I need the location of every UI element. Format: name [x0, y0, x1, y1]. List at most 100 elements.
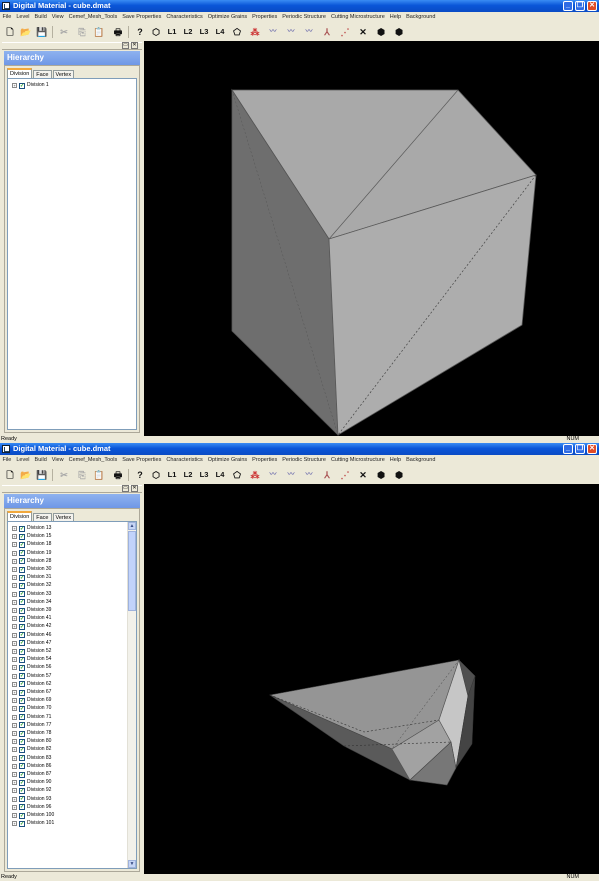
menu-help[interactable]: Help	[387, 455, 403, 463]
menu-background[interactable]: Background	[404, 455, 438, 463]
copy-icon[interactable]: ⎘	[76, 468, 88, 482]
checkbox-icon[interactable]: ✓	[19, 541, 25, 548]
vertex-icon[interactable]: ⋰	[339, 25, 351, 39]
paste-icon[interactable]: 📋	[93, 468, 105, 482]
measure-2-icon[interactable]: 〰	[285, 25, 297, 39]
expand-icon[interactable]: +	[12, 690, 17, 695]
level-4-icon[interactable]: L4	[214, 468, 226, 482]
expand-icon[interactable]: +	[12, 813, 17, 818]
pane-grip[interactable]	[2, 42, 142, 50]
level-1-icon[interactable]: L1	[166, 468, 178, 482]
menu-properties[interactable]: Properties	[250, 455, 280, 463]
expand-icon[interactable]: +	[12, 534, 17, 540]
level-3-icon[interactable]: L3	[198, 468, 210, 482]
vertex-icon[interactable]: ⋰	[339, 468, 351, 482]
expand-icon[interactable]: +	[12, 747, 17, 753]
axis-icon[interactable]: ⅄	[321, 468, 333, 482]
expand-icon[interactable]: +	[12, 698, 17, 704]
help-icon[interactable]: ?	[134, 25, 146, 39]
level-4-icon[interactable]: L4	[214, 25, 226, 39]
checkbox-icon[interactable]: ✓	[19, 632, 25, 639]
checkbox-icon[interactable]: ✓	[19, 550, 25, 557]
checkbox-icon[interactable]: ✓	[19, 566, 25, 573]
expand-icon[interactable]: +	[12, 526, 17, 531]
scroll-up-icon[interactable]: ▲	[128, 522, 136, 530]
level-icon[interactable]: ⬡	[150, 468, 162, 482]
menu-cutting-microstructure[interactable]: Cutting Microstructure	[328, 12, 387, 20]
checkbox-icon[interactable]: ✓	[19, 591, 25, 598]
title-bar[interactable]: Digital Material - cube.dmat _ ❐ ✕	[0, 0, 599, 12]
checkbox-icon[interactable]: ✓	[19, 697, 25, 704]
grain-alt-icon[interactable]: ⬢	[393, 468, 405, 482]
checkbox-icon[interactable]: ✓	[19, 533, 25, 540]
grain-alt-icon[interactable]: ⬢	[393, 25, 405, 39]
checkbox-icon[interactable]: ✓	[19, 755, 25, 762]
3d-viewport[interactable]	[144, 484, 599, 874]
expand-icon[interactable]: +	[12, 616, 17, 622]
color-dots-icon[interactable]: ⁂	[249, 468, 261, 482]
checkbox-icon[interactable]: ✓	[19, 615, 25, 622]
expand-icon[interactable]: +	[12, 788, 17, 794]
close-button[interactable]: ✕	[587, 444, 597, 454]
menu-build[interactable]: Build	[32, 12, 49, 20]
expand-icon[interactable]: +	[12, 673, 17, 679]
expand-icon[interactable]: +	[12, 772, 17, 777]
checkbox-icon[interactable]: ✓	[19, 574, 25, 581]
menu-properties[interactable]: Properties	[250, 12, 280, 20]
checkbox-icon[interactable]: ✓	[19, 664, 25, 671]
checkbox-icon[interactable]: ✓	[19, 763, 25, 770]
pane-grip[interactable]	[2, 485, 142, 493]
open-folder-icon[interactable]: 📂	[20, 25, 32, 39]
expand-icon[interactable]: +	[12, 714, 17, 720]
level-1-icon[interactable]: L1	[166, 25, 178, 39]
shape-icon[interactable]: ⬠	[231, 25, 243, 39]
checkbox-icon[interactable]: ✓	[19, 804, 25, 811]
checkbox-icon[interactable]: ✓	[19, 582, 25, 589]
expand-icon[interactable]: +	[12, 575, 17, 581]
menu-optimize-grains[interactable]: Optimize Grains	[205, 12, 249, 20]
expand-icon[interactable]: +	[12, 665, 17, 671]
print-icon[interactable]: 🖶	[112, 25, 124, 39]
checkbox-icon[interactable]: ✓	[19, 525, 25, 532]
cut-icon[interactable]: ✂	[58, 25, 70, 39]
menu-level[interactable]: Level	[14, 455, 32, 463]
menu-background[interactable]: Background	[404, 12, 438, 20]
menu-characteristics[interactable]: Characteristics	[164, 455, 205, 463]
scroll-down-icon[interactable]: ▼	[128, 860, 136, 868]
close-button[interactable]: ✕	[587, 1, 597, 11]
checkbox-icon[interactable]: ✓	[19, 787, 25, 794]
paste-icon[interactable]: 📋	[93, 25, 105, 39]
checkbox-icon[interactable]: ✓	[19, 689, 25, 696]
checkbox-icon[interactable]: ✓	[19, 656, 25, 663]
expand-icon[interactable]: +	[12, 780, 17, 786]
checkbox-icon[interactable]: ✓	[19, 673, 25, 680]
scissors-icon[interactable]: ✕	[357, 25, 369, 39]
measure-2-icon[interactable]: 〰	[285, 468, 297, 482]
level-2-icon[interactable]: L2	[182, 468, 194, 482]
menu-view[interactable]: View	[49, 455, 66, 463]
menu-save-properties[interactable]: Save Properties	[120, 455, 164, 463]
checkbox-icon[interactable]: ✓	[19, 779, 25, 786]
menu-periodic-structure[interactable]: Periodic Structure	[280, 455, 329, 463]
maximize-button[interactable]: ❐	[575, 444, 585, 454]
shape-icon[interactable]: ⬠	[231, 468, 243, 482]
expand-icon[interactable]: +	[12, 722, 17, 728]
minimize-button[interactable]: _	[563, 444, 573, 454]
checkbox-icon[interactable]: ✓	[19, 558, 25, 565]
expand-icon[interactable]: +	[12, 632, 17, 638]
expand-icon[interactable]: +	[12, 624, 17, 630]
scissors-icon[interactable]: ✕	[357, 468, 369, 482]
expand-icon[interactable]: +	[12, 681, 17, 687]
checkbox-icon[interactable]: ✓	[19, 607, 25, 614]
3d-viewport[interactable]	[144, 41, 599, 436]
checkbox-icon[interactable]: ✓	[19, 82, 25, 89]
color-dots-icon[interactable]: ⁂	[249, 25, 261, 39]
checkbox-icon[interactable]: ✓	[19, 771, 25, 778]
new-file-icon[interactable]: 🗋	[4, 468, 16, 482]
menu-periodic-structure[interactable]: Periodic Structure	[280, 12, 329, 20]
checkbox-icon[interactable]: ✓	[19, 746, 25, 753]
menu-view[interactable]: View	[49, 12, 66, 20]
menu-build[interactable]: Build	[32, 455, 49, 463]
expand-icon[interactable]: +	[12, 591, 17, 597]
expand-icon[interactable]: +	[12, 804, 17, 810]
